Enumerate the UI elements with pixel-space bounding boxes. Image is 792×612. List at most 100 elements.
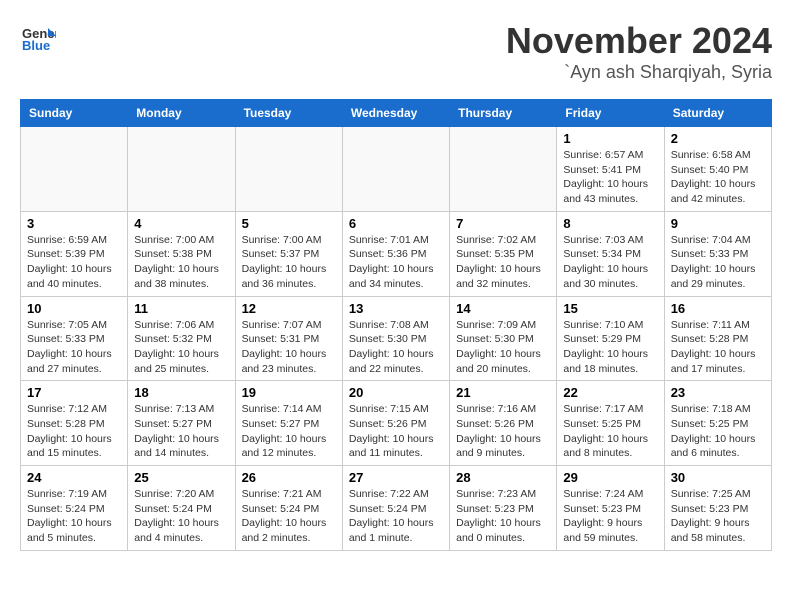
day-number: 11 xyxy=(134,301,228,316)
weekday-header-monday: Monday xyxy=(128,100,235,127)
calendar-day xyxy=(128,127,235,212)
weekday-header-sunday: Sunday xyxy=(21,100,128,127)
day-number: 4 xyxy=(134,216,228,231)
day-info: Sunrise: 7:22 AM Sunset: 5:24 PM Dayligh… xyxy=(349,487,443,546)
calendar-day: 16 Sunrise: 7:11 AM Sunset: 5:28 PM Dayli… xyxy=(664,296,771,381)
day-number: 15 xyxy=(563,301,657,316)
day-number: 10 xyxy=(27,301,121,316)
calendar-table: SundayMondayTuesdayWednesdayThursdayFrid… xyxy=(20,99,772,551)
title-block: November 2024 `Ayn ash Sharqiyah, Syria xyxy=(506,20,772,83)
weekday-header-saturday: Saturday xyxy=(664,100,771,127)
day-number: 21 xyxy=(456,385,550,400)
day-number: 1 xyxy=(563,131,657,146)
day-number: 8 xyxy=(563,216,657,231)
day-info: Sunrise: 7:08 AM Sunset: 5:30 PM Dayligh… xyxy=(349,318,443,377)
logo: General Blue xyxy=(20,20,56,56)
day-number: 14 xyxy=(456,301,550,316)
day-info: Sunrise: 7:12 AM Sunset: 5:28 PM Dayligh… xyxy=(27,402,121,461)
calendar-day: 15Sunrise: 7:10 AM Sunset: 5:29 PM Dayli… xyxy=(557,296,664,381)
day-number: 2 xyxy=(671,131,765,146)
day-info: Sunrise: 7:01 AM Sunset: 5:36 PM Dayligh… xyxy=(349,233,443,292)
day-info: Sunrise: 7:17 AM Sunset: 5:25 PM Dayligh… xyxy=(563,402,657,461)
day-info: Sunrise: 7:05 AM Sunset: 5:33 PM Dayligh… xyxy=(27,318,121,377)
location-title: `Ayn ash Sharqiyah, Syria xyxy=(506,62,772,83)
day-number: 18 xyxy=(134,385,228,400)
calendar-week-3: 10 Sunrise: 7:05 AM Sunset: 5:33 PM Dayli… xyxy=(21,296,772,381)
day-info: Sunrise: 6:58 AM Sunset: 5:40 PM Dayligh… xyxy=(671,148,765,207)
calendar-week-4: 17 Sunrise: 7:12 AM Sunset: 5:28 PM Dayli… xyxy=(21,381,772,466)
day-number: 19 xyxy=(242,385,336,400)
calendar-day: 9Sunrise: 7:04 AM Sunset: 5:33 PM Daylig… xyxy=(664,211,771,296)
day-number: 3 xyxy=(27,216,121,231)
day-info: Sunrise: 7:15 AM Sunset: 5:26 PM Dayligh… xyxy=(349,402,443,461)
day-info: Sunrise: 7:00 AM Sunset: 5:38 PM Dayligh… xyxy=(134,233,228,292)
day-number: 28 xyxy=(456,470,550,485)
day-number: 23 xyxy=(671,385,765,400)
calendar-day: 19 Sunrise: 7:14 AM Sunset: 5:27 PM Dayli… xyxy=(235,381,342,466)
calendar-day: 20 Sunrise: 7:15 AM Sunset: 5:26 PM Dayli… xyxy=(342,381,449,466)
calendar-day: 21 Sunrise: 7:16 AM Sunset: 5:26 PM Dayli… xyxy=(450,381,557,466)
day-number: 30 xyxy=(671,470,765,485)
day-info: Sunrise: 7:20 AM Sunset: 5:24 PM Dayligh… xyxy=(134,487,228,546)
day-number: 26 xyxy=(242,470,336,485)
day-info: Sunrise: 7:03 AM Sunset: 5:34 PM Dayligh… xyxy=(563,233,657,292)
calendar-week-1: 1Sunrise: 6:57 AM Sunset: 5:41 PM Daylig… xyxy=(21,127,772,212)
month-title: November 2024 xyxy=(506,20,772,62)
day-info: Sunrise: 7:23 AM Sunset: 5:23 PM Dayligh… xyxy=(456,487,550,546)
day-info: Sunrise: 6:59 AM Sunset: 5:39 PM Dayligh… xyxy=(27,233,121,292)
day-number: 25 xyxy=(134,470,228,485)
page-header: General Blue November 2024 `Ayn ash Shar… xyxy=(20,20,772,83)
calendar-day: 22 Sunrise: 7:17 AM Sunset: 5:25 PM Dayli… xyxy=(557,381,664,466)
calendar-day: 18 Sunrise: 7:13 AM Sunset: 5:27 PM Dayli… xyxy=(128,381,235,466)
day-info: Sunrise: 7:14 AM Sunset: 5:27 PM Dayligh… xyxy=(242,402,336,461)
calendar-day: 12 Sunrise: 7:07 AM Sunset: 5:31 PM Dayli… xyxy=(235,296,342,381)
calendar-day: 3 Sunrise: 6:59 AM Sunset: 5:39 PM Daylig… xyxy=(21,211,128,296)
day-info: Sunrise: 7:21 AM Sunset: 5:24 PM Dayligh… xyxy=(242,487,336,546)
calendar-day: 27Sunrise: 7:22 AM Sunset: 5:24 PM Dayli… xyxy=(342,466,449,551)
calendar-header-row: SundayMondayTuesdayWednesdayThursdayFrid… xyxy=(21,100,772,127)
day-number: 5 xyxy=(242,216,336,231)
day-number: 13 xyxy=(349,301,443,316)
weekday-header-friday: Friday xyxy=(557,100,664,127)
calendar-day: 10 Sunrise: 7:05 AM Sunset: 5:33 PM Dayli… xyxy=(21,296,128,381)
day-info: Sunrise: 7:13 AM Sunset: 5:27 PM Dayligh… xyxy=(134,402,228,461)
calendar-day xyxy=(342,127,449,212)
day-info: Sunrise: 7:11 AM Sunset: 5:28 PM Dayligh… xyxy=(671,318,765,377)
day-info: Sunrise: 7:16 AM Sunset: 5:26 PM Dayligh… xyxy=(456,402,550,461)
calendar-day: 8 Sunrise: 7:03 AM Sunset: 5:34 PM Daylig… xyxy=(557,211,664,296)
day-number: 17 xyxy=(27,385,121,400)
day-info: Sunrise: 7:04 AM Sunset: 5:33 PM Dayligh… xyxy=(671,233,765,292)
day-info: Sunrise: 7:19 AM Sunset: 5:24 PM Dayligh… xyxy=(27,487,121,546)
calendar-day: 28 Sunrise: 7:23 AM Sunset: 5:23 PM Dayli… xyxy=(450,466,557,551)
calendar-week-2: 3 Sunrise: 6:59 AM Sunset: 5:39 PM Daylig… xyxy=(21,211,772,296)
day-info: Sunrise: 7:18 AM Sunset: 5:25 PM Dayligh… xyxy=(671,402,765,461)
calendar-day xyxy=(450,127,557,212)
calendar-day: 1Sunrise: 6:57 AM Sunset: 5:41 PM Daylig… xyxy=(557,127,664,212)
day-number: 22 xyxy=(563,385,657,400)
calendar-day: 13 Sunrise: 7:08 AM Sunset: 5:30 PM Dayli… xyxy=(342,296,449,381)
calendar-day xyxy=(21,127,128,212)
calendar-day: 25 Sunrise: 7:20 AM Sunset: 5:24 PM Dayli… xyxy=(128,466,235,551)
calendar-day xyxy=(235,127,342,212)
calendar-day: 26 Sunrise: 7:21 AM Sunset: 5:24 PM Dayli… xyxy=(235,466,342,551)
day-info: Sunrise: 7:09 AM Sunset: 5:30 PM Dayligh… xyxy=(456,318,550,377)
day-info: Sunrise: 7:00 AM Sunset: 5:37 PM Dayligh… xyxy=(242,233,336,292)
calendar-day: 23 Sunrise: 7:18 AM Sunset: 5:25 PM Dayli… xyxy=(664,381,771,466)
weekday-header-wednesday: Wednesday xyxy=(342,100,449,127)
calendar-day: 17 Sunrise: 7:12 AM Sunset: 5:28 PM Dayli… xyxy=(21,381,128,466)
day-number: 29 xyxy=(563,470,657,485)
svg-text:Blue: Blue xyxy=(22,38,50,53)
day-info: Sunrise: 7:07 AM Sunset: 5:31 PM Dayligh… xyxy=(242,318,336,377)
calendar-day: 11Sunrise: 7:06 AM Sunset: 5:32 PM Dayli… xyxy=(128,296,235,381)
weekday-header-tuesday: Tuesday xyxy=(235,100,342,127)
day-number: 6 xyxy=(349,216,443,231)
calendar-day: 29 Sunrise: 7:24 AM Sunset: 5:23 PM Dayli… xyxy=(557,466,664,551)
calendar-day: 14 Sunrise: 7:09 AM Sunset: 5:30 PM Dayli… xyxy=(450,296,557,381)
day-number: 16 xyxy=(671,301,765,316)
calendar-week-5: 24 Sunrise: 7:19 AM Sunset: 5:24 PM Dayli… xyxy=(21,466,772,551)
calendar-day: 2 Sunrise: 6:58 AM Sunset: 5:40 PM Daylig… xyxy=(664,127,771,212)
day-number: 20 xyxy=(349,385,443,400)
day-number: 24 xyxy=(27,470,121,485)
day-number: 12 xyxy=(242,301,336,316)
day-info: Sunrise: 7:24 AM Sunset: 5:23 PM Dayligh… xyxy=(563,487,657,546)
